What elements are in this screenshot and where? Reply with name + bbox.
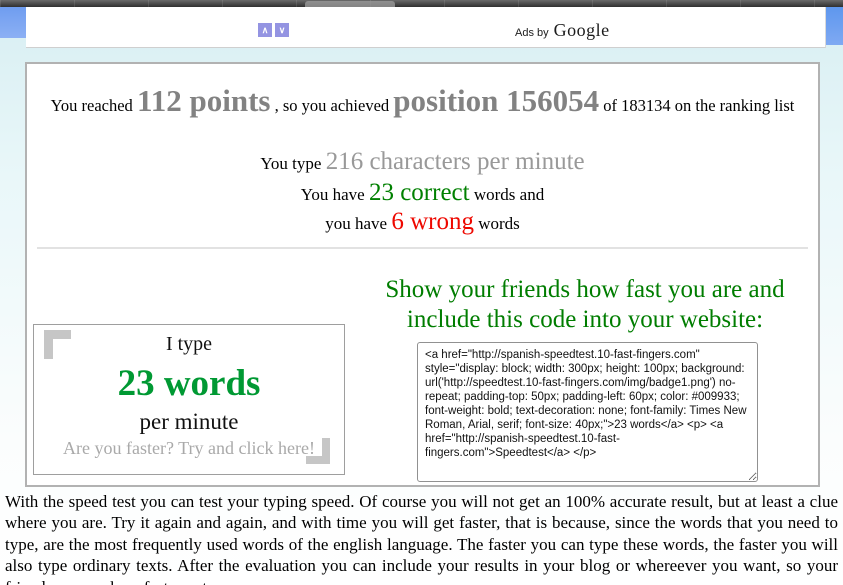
badge-corner-mark-icon [44,330,71,359]
explanation-paragraph: With the speed test you can test your ty… [5,492,838,585]
correct-value: 23 correct [368,179,470,206]
points-position-line: You reached 112 points , so you achieved… [27,80,818,127]
ad-banner: ∧ ∨ Ads by Google [26,7,826,48]
google-logo: Google [553,20,610,40]
ad-vote-buttons: ∧ ∨ [258,23,289,37]
results-panel: You reached 112 points , so you achieved… [25,62,820,487]
badge-words-value: 23 words [117,363,261,404]
correct-words-line: You have 23 correct words and [27,179,818,208]
reached-prefix: You reached [50,96,133,115]
share-section: I type 23 words per minute Are you faste… [27,249,818,492]
browser-tab-bar-remnant [0,0,843,7]
correct-prefix: You have [300,185,365,204]
wrong-words-line: you have 6 wrong words [27,208,818,237]
cpm-value: 216 characters per minute [325,148,585,175]
wrong-value: 6 wrong [391,208,474,235]
correct-suffix: words and [473,185,545,204]
achieved-middle: , so you achieved [274,96,390,115]
ad-banner-right-fill [825,7,843,45]
ads-by-label: Ads by [515,27,549,39]
badge-per-minute-label: per minute [139,409,239,434]
position-value: position 156054 [393,83,600,118]
wrong-prefix: you have [325,214,388,233]
ad-vote-down-button[interactable]: ∨ [275,23,289,37]
badge-corner-mark-icon [306,438,330,464]
badge-challenge-link[interactable]: Are you faster? Try and click here! [34,438,344,459]
ad-banner-left-fill [0,7,26,38]
ranking-suffix: of 183134 on the ranking list [603,96,795,115]
badge-i-type-label: I type [165,333,213,355]
speed-badge-preview[interactable]: I type 23 words per minute Are you faste… [33,324,345,475]
points-value: 112 points [136,83,271,118]
ads-by-google-link[interactable]: Ads by Google [515,20,610,41]
ad-vote-up-button[interactable]: ∧ [258,23,272,37]
share-heading-line2: include this code into your website: [406,306,764,333]
share-heading: Show your friends how fast you are and i… [375,275,795,335]
share-heading-line1: Show your friends how fast you are and [385,276,785,303]
wrong-suffix: words [478,214,520,233]
cpm-line: You type 216 characters per minute [27,147,818,179]
embed-code-textarea[interactable]: <a href="http://spanish-speedtest.10-fas… [417,342,758,482]
cpm-prefix: You type [260,154,322,173]
